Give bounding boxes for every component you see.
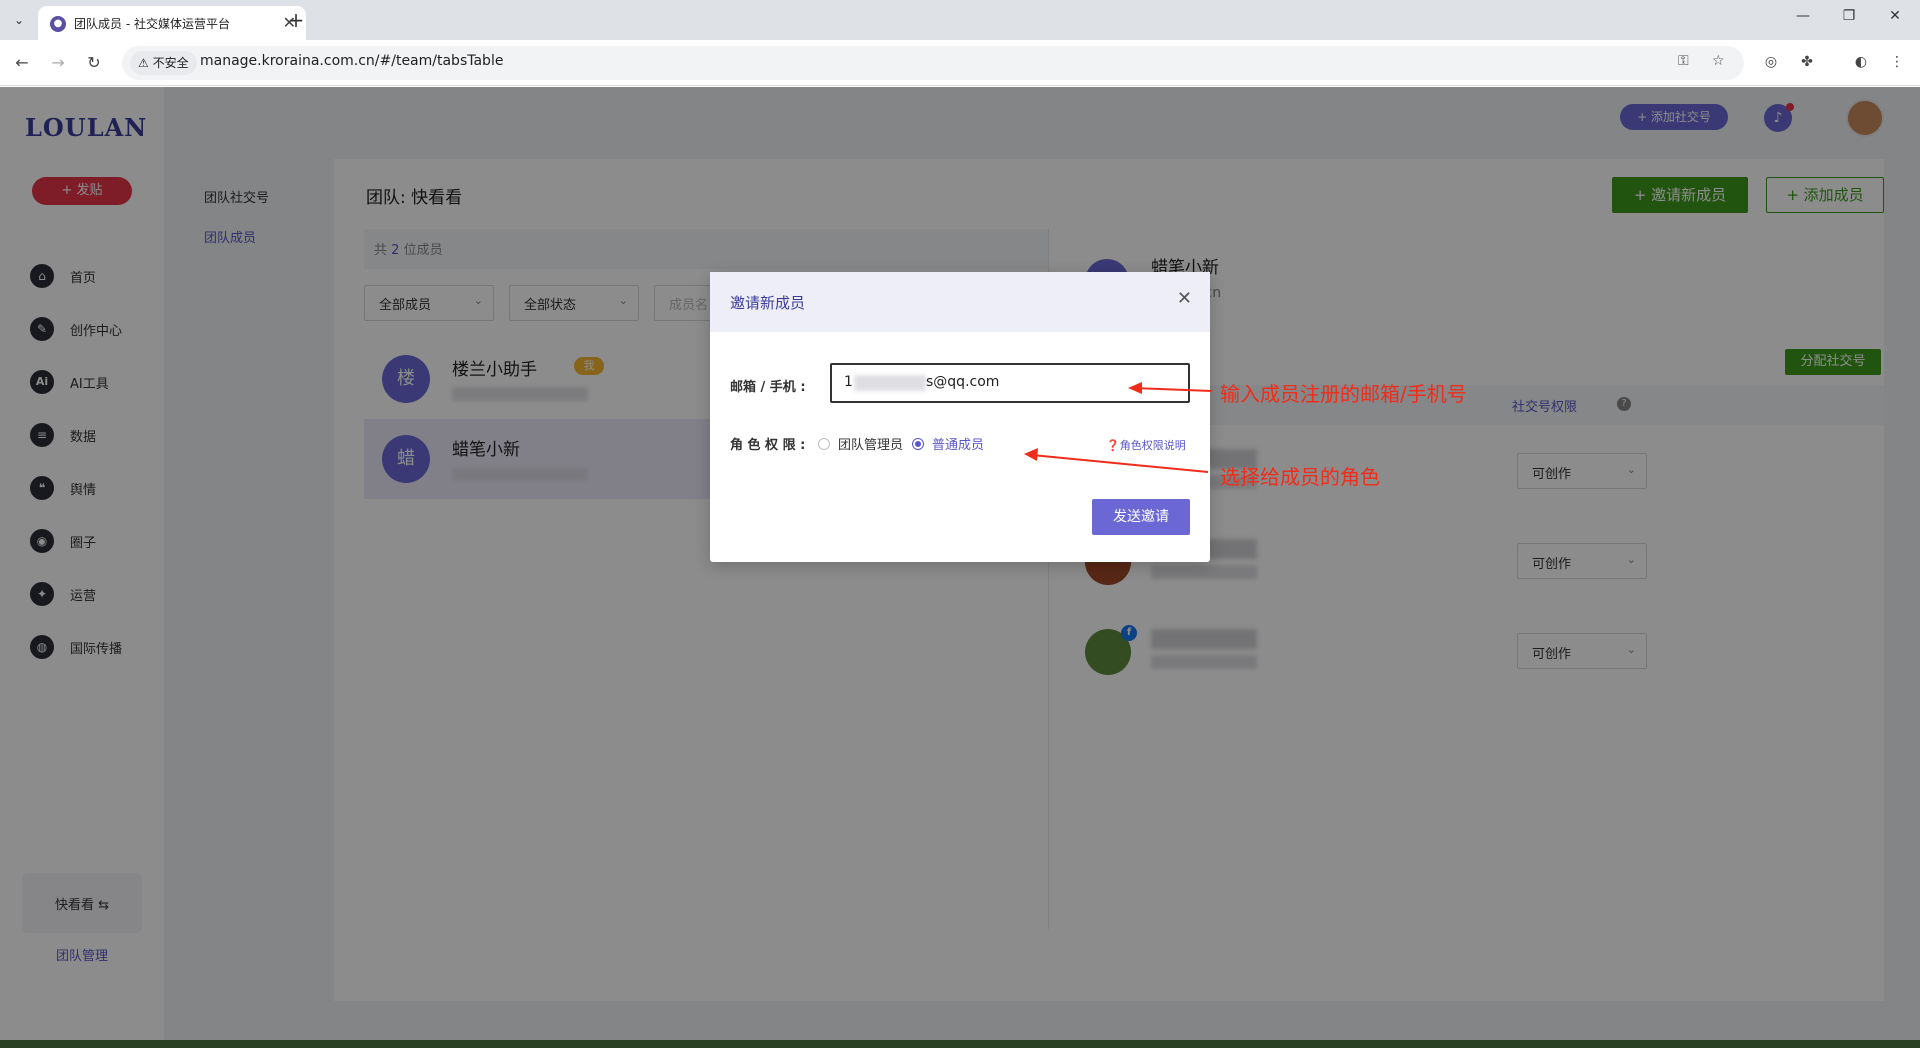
annotation-arrow-email <box>1133 387 1213 392</box>
os-taskbar <box>0 1040 1920 1048</box>
annotation-arrow-role <box>1031 454 1209 473</box>
annotation-role-note: 选择给成员的角色 <box>1220 465 1380 489</box>
annotation-email-note: 输入成员注册的邮箱/手机号 <box>1220 382 1467 406</box>
annotation-arrowhead-email <box>1128 382 1142 394</box>
annotation-arrows <box>1024 382 1213 473</box>
annotation-arrowhead-role <box>1024 448 1038 461</box>
